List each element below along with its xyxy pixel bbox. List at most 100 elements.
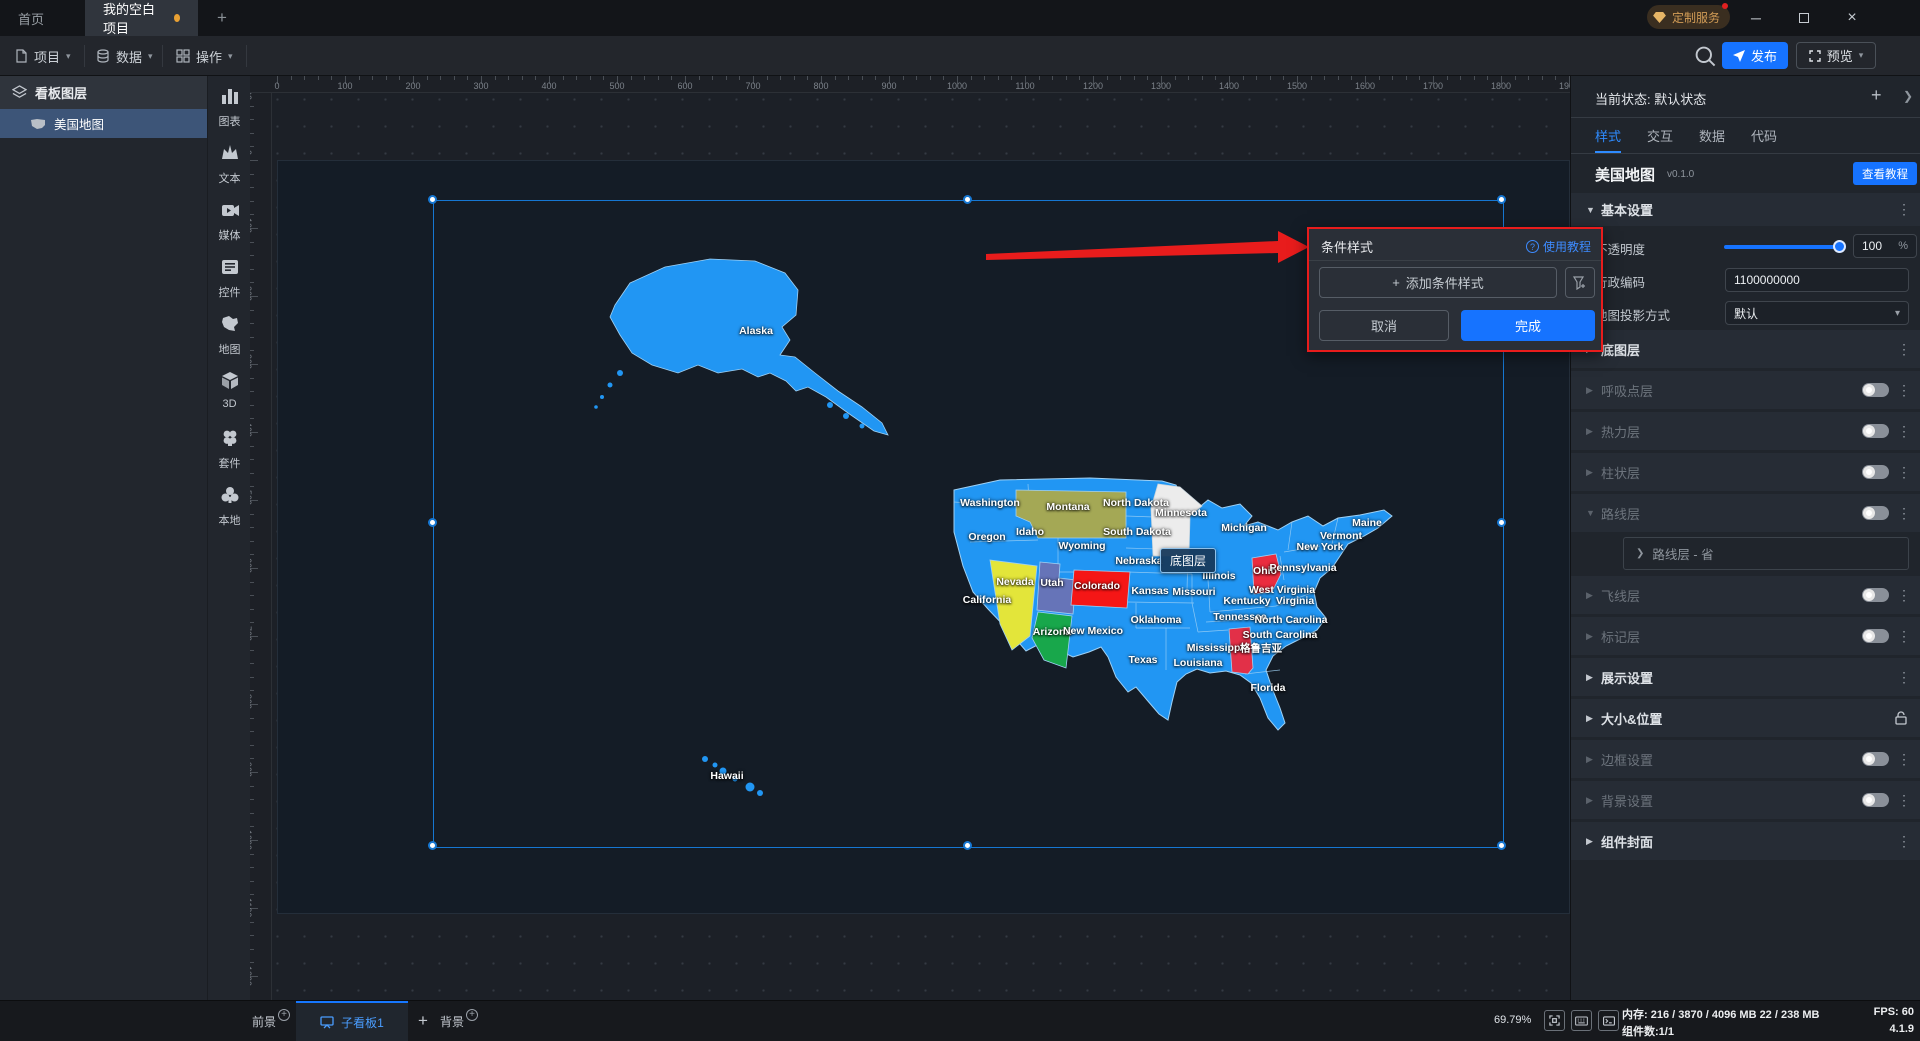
filter-add-button[interactable]: [1565, 267, 1595, 298]
section-12[interactable]: ▶ 组件封面 ⋮: [1571, 822, 1920, 860]
kebab-menu-icon[interactable]: ⋮: [1897, 751, 1911, 768]
ruler-tick: [250, 255, 254, 257]
kebab-menu-icon[interactable]: ⋮: [1897, 341, 1911, 358]
section-5[interactable]: ▼ 路线层 ⋮: [1571, 494, 1920, 532]
tab-data[interactable]: 数据: [1699, 126, 1725, 145]
console-button[interactable]: [1598, 1010, 1619, 1031]
zoom-level[interactable]: 69.79%: [1494, 1014, 1531, 1026]
toggle-switch-off[interactable]: [1862, 506, 1889, 520]
tab-interaction[interactable]: 交互: [1647, 126, 1673, 145]
section-11[interactable]: ▶ 背景设置 ⋮: [1571, 781, 1920, 819]
window-tab-home[interactable]: 首页: [0, 0, 62, 36]
fit-screen-button[interactable]: [1544, 1010, 1565, 1031]
subboard-tab[interactable]: 子看板1: [296, 1001, 408, 1041]
custom-service-badge[interactable]: 定制服务: [1647, 3, 1731, 29]
ruler-tick: [250, 513, 254, 515]
cancel-button[interactable]: 取消: [1319, 310, 1449, 341]
expand-states-button[interactable]: ❯: [1903, 89, 1913, 103]
section-8[interactable]: ▶ 展示设置 ⋮: [1571, 658, 1920, 696]
section-basic-settings-label: 基本设置: [1601, 203, 1654, 218]
add-subboard-button[interactable]: +: [410, 1001, 436, 1041]
ruler-tick: [250, 105, 254, 107]
minimize-button[interactable]: ─: [1742, 6, 1770, 30]
paper-plane-icon: [1732, 49, 1745, 62]
layer-item-usa-map[interactable]: 美国地图: [0, 109, 207, 138]
opacity-slider[interactable]: [1724, 245, 1844, 249]
publish-button[interactable]: 发布: [1722, 42, 1788, 69]
add-conditional-style-button[interactable]: + 添加条件样式: [1319, 267, 1557, 298]
toggle-switch-off[interactable]: [1862, 588, 1889, 602]
section-2[interactable]: ▶ 呼吸点层 ⋮: [1571, 371, 1920, 409]
kebab-menu-icon[interactable]: ⋮: [1897, 587, 1911, 604]
ruler-tick: [657, 76, 659, 80]
library-item-8[interactable]: 本地: [208, 485, 251, 528]
add-state-button[interactable]: +: [1871, 85, 1882, 106]
library-item-3[interactable]: 媒体: [208, 200, 251, 243]
section-10[interactable]: ▶ 边框设置 ⋮: [1571, 740, 1920, 778]
toggle-switch-off[interactable]: [1862, 465, 1889, 479]
library-item-6[interactable]: 3D: [208, 371, 251, 410]
toggle-switch-off[interactable]: [1862, 752, 1889, 766]
ruler-tick: [875, 76, 877, 80]
menu-operation[interactable]: 操作 ▾: [176, 36, 233, 76]
section-1[interactable]: ▶底图层⋮: [1571, 330, 1920, 368]
ruler-tick: [929, 76, 931, 80]
alaska-shape[interactable]: [590, 245, 930, 445]
section-9[interactable]: ▶ 大小&位置: [1571, 699, 1920, 737]
add-background-icon[interactable]: +: [466, 1009, 479, 1021]
tab-code[interactable]: 代码: [1751, 126, 1777, 145]
kebab-menu-icon[interactable]: ⋮: [1897, 669, 1911, 686]
section-4[interactable]: ▶ 柱状层 ⋮: [1571, 453, 1920, 491]
library-item-2[interactable]: 文本: [208, 143, 251, 186]
lock-icon[interactable]: [1893, 710, 1909, 726]
tutorial-link-label: 使用教程: [1542, 240, 1591, 254]
background-tab[interactable]: 背景 +: [440, 1001, 479, 1041]
opacity-value-box[interactable]: 100 %: [1853, 234, 1917, 258]
library-item-5[interactable]: 地图: [208, 314, 251, 357]
section-basic-settings[interactable]: ▼ 基本设置 ⋮: [1571, 193, 1920, 226]
section-6[interactable]: ▶ 飞线层 ⋮: [1571, 576, 1920, 614]
menu-project[interactable]: 项目 ▾: [14, 36, 71, 76]
toggle-switch-off[interactable]: [1862, 793, 1889, 807]
chevron-right-icon: ▶: [1586, 794, 1593, 805]
add-conditional-style-label: 添加条件样式: [1405, 276, 1484, 291]
admin-code-input[interactable]: 1100000000: [1725, 268, 1909, 292]
database-icon: [97, 49, 109, 63]
shortcut-keys-button[interactable]: [1571, 1010, 1592, 1031]
kebab-menu-icon[interactable]: ⋮: [1897, 464, 1911, 481]
kebab-menu-icon[interactable]: ⋮: [1897, 833, 1911, 850]
library-item-4[interactable]: 控件: [208, 257, 251, 300]
kebab-menu-icon[interactable]: ⋮: [1897, 628, 1911, 645]
usa-map-shape[interactable]: [940, 460, 1420, 750]
section-7[interactable]: ▶ 标记层 ⋮: [1571, 617, 1920, 655]
section-3[interactable]: ▶ 热力层 ⋮: [1571, 412, 1920, 450]
preview-button[interactable]: 预览 ▾: [1796, 42, 1876, 69]
toggle-knob: [1863, 794, 1875, 806]
projection-select[interactable]: 默认 ▾: [1725, 301, 1909, 325]
tutorial-link[interactable]: ? 使用教程: [1525, 238, 1591, 255]
toggle-switch-off[interactable]: [1862, 424, 1889, 438]
view-tutorial-button[interactable]: 查看教程: [1853, 162, 1917, 185]
subsection-route-province[interactable]: ❯ 路线层 - 省: [1571, 535, 1920, 573]
done-button[interactable]: 完成: [1461, 310, 1595, 341]
kebab-menu-icon[interactable]: ⋮: [1897, 423, 1911, 440]
kebab-menu-icon[interactable]: ⋮: [1897, 505, 1911, 522]
tab-style[interactable]: 样式: [1595, 126, 1622, 153]
library-item-7[interactable]: 套件: [208, 428, 251, 471]
close-button[interactable]: ×: [1838, 6, 1866, 30]
kebab-menu-icon[interactable]: ⋮: [1897, 201, 1911, 218]
menu-data[interactable]: 数据 ▾: [96, 36, 153, 76]
opacity-slider-knob[interactable]: [1833, 240, 1846, 253]
kebab-menu-icon[interactable]: ⋮: [1897, 792, 1911, 809]
foreground-tab[interactable]: 前景 +: [252, 1001, 291, 1041]
toggle-switch-off[interactable]: [1862, 629, 1889, 643]
window-tab-project[interactable]: 我的空白项目: [85, 0, 198, 36]
toggle-switch-off[interactable]: [1862, 383, 1889, 397]
add-foreground-icon[interactable]: +: [278, 1009, 291, 1021]
maximize-button[interactable]: [1790, 6, 1818, 30]
hawaii-shape[interactable]: [690, 745, 780, 800]
search-button[interactable]: [1693, 44, 1717, 68]
kebab-menu-icon[interactable]: ⋮: [1897, 382, 1911, 399]
library-item-1[interactable]: 图表: [208, 86, 251, 129]
new-tab-button[interactable]: +: [212, 8, 232, 28]
